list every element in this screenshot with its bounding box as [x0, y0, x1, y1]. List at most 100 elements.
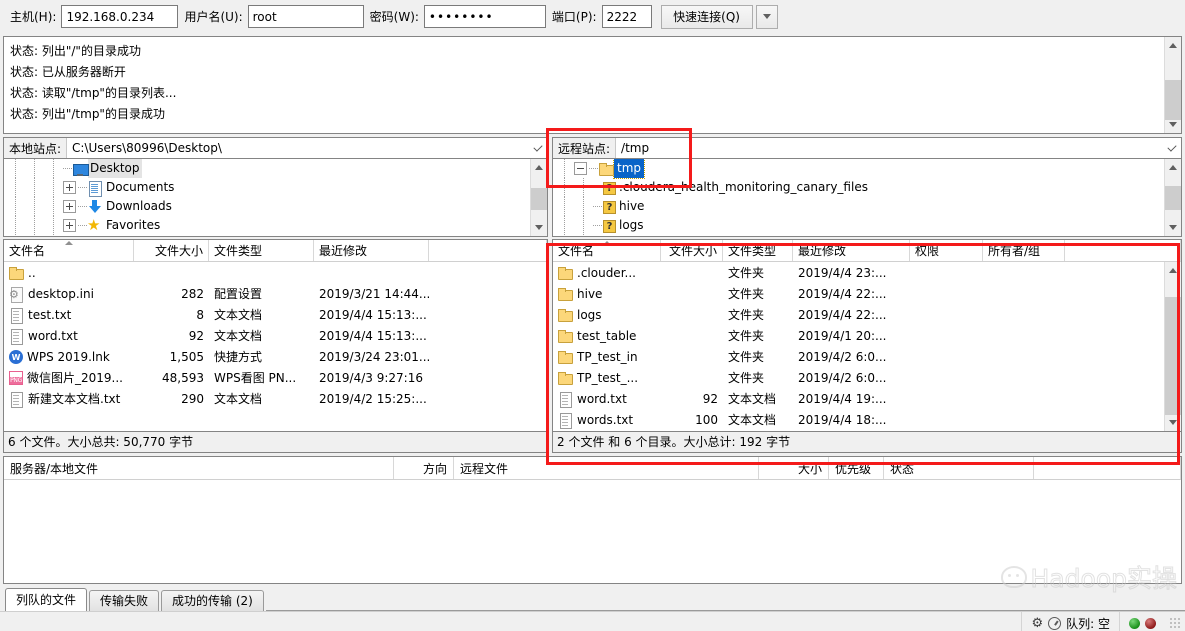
speed-gauge-icon[interactable]: [1048, 616, 1062, 630]
file-row[interactable]: word.txt 92 文本文档 2019/4/4 19:...: [553, 388, 1164, 409]
local-site-dropdown-button[interactable]: [529, 138, 547, 158]
local-tree-scrollbar[interactable]: [530, 159, 547, 236]
column-header[interactable]: 最近修改: [793, 240, 910, 261]
scroll-up-button[interactable]: [530, 159, 547, 176]
port-input[interactable]: [601, 5, 652, 28]
tree-item[interactable]: Documents: [4, 178, 530, 197]
expand-icon[interactable]: [63, 181, 76, 194]
scroll-thumb[interactable]: [530, 188, 547, 210]
remote-file-list-scrollbar[interactable]: [1164, 262, 1181, 431]
file-cell-text: 48,593: [162, 370, 204, 385]
scroll-thumb[interactable]: [1164, 297, 1181, 415]
file-row[interactable]: 新建文本文档.txt 290 文本文档 2019/4/2 15:25:...: [4, 388, 530, 409]
quick-connect-dropdown-button[interactable]: [755, 4, 778, 29]
tree-guide-line: [44, 216, 63, 235]
username-input[interactable]: [247, 5, 364, 28]
scroll-down-button[interactable]: [1164, 414, 1181, 431]
file-row[interactable]: TP_test_... 文件夹 2019/4/2 6:0...: [553, 367, 1164, 388]
message-log-line: 状态: 已从服务器断开: [10, 65, 126, 79]
queue-column-header[interactable]: 大小: [759, 457, 829, 479]
file-row[interactable]: test_table 文件夹 2019/4/1 20:...: [553, 325, 1164, 346]
message-log-scrollbar[interactable]: [1164, 37, 1181, 133]
remote-directory-tree[interactable]: tmp? .cloudera_health_monitoring_canary_f…: [552, 159, 1182, 237]
tree-item[interactable]: tmp: [553, 159, 1164, 179]
remote-site-dropdown-button[interactable]: [1163, 138, 1181, 158]
file-row[interactable]: W WPS 2019.lnk 1,505 快捷方式 2019/3/24 23:01...: [4, 346, 530, 367]
column-header[interactable]: 最近修改: [314, 240, 429, 261]
remote-site-path[interactable]: /tmp: [616, 138, 1163, 158]
file-cell-type: 文件夹: [723, 325, 793, 346]
scroll-track[interactable]: [1164, 176, 1181, 219]
file-row[interactable]: test.txt 8 文本文档 2019/4/4 15:13:...: [4, 304, 530, 325]
tree-item[interactable]: ? logs: [553, 216, 1164, 235]
file-row[interactable]: PNG 微信图片_2019... 48,593 WPS看图 PN... 2019/4/3…: [4, 367, 530, 388]
scroll-down-button[interactable]: [530, 219, 547, 236]
file-cell-type: 文件夹: [723, 262, 793, 283]
file-row[interactable]: TP_test_in 文件夹 2019/4/2 6:0...: [553, 346, 1164, 367]
queue-column-header[interactable]: 方向: [394, 457, 454, 479]
host-input[interactable]: [61, 5, 179, 28]
tree-item[interactable]: Downloads: [4, 197, 530, 216]
column-header[interactable]: 权限: [910, 240, 983, 261]
column-header[interactable]: 文件名: [553, 240, 661, 261]
collapse-icon[interactable]: [574, 162, 587, 175]
expand-icon[interactable]: [63, 200, 76, 213]
folder-icon: [557, 349, 573, 365]
file-row[interactable]: hive 文件夹 2019/4/4 22:...: [553, 283, 1164, 304]
file-row[interactable]: word.txt 92 文本文档 2019/4/4 15:13:...: [4, 325, 530, 346]
column-header[interactable]: 文件大小: [661, 240, 723, 261]
bottom-tab[interactable]: 列队的文件: [5, 588, 88, 611]
column-header[interactable]: 文件大小: [134, 240, 209, 261]
resize-grip-icon[interactable]: [1169, 617, 1181, 629]
sort-ascending-icon: [64, 241, 73, 245]
bottom-tab[interactable]: 传输失败: [89, 590, 160, 611]
scroll-thumb[interactable]: [1164, 186, 1181, 210]
remote-site-bar: 远程站点: /tmp: [552, 137, 1182, 159]
column-header[interactable]: 文件名: [4, 240, 134, 261]
tree-item[interactable]: Favorites: [4, 216, 530, 235]
file-cell-size: 92: [661, 388, 723, 409]
queue-status-cell[interactable]: ⚙ 队列: 空: [1021, 611, 1119, 631]
password-input[interactable]: [423, 5, 546, 28]
remote-tree-scrollbar[interactable]: [1164, 159, 1181, 236]
file-cell-modified: 2019/4/4 18:...: [793, 409, 910, 430]
file-row[interactable]: desktop.ini 282 配置设置 2019/3/21 14:44...: [4, 283, 530, 304]
bottom-tab[interactable]: 成功的传输 (2): [161, 590, 264, 611]
scroll-up-button[interactable]: [1164, 37, 1181, 54]
column-header[interactable]: 所有者/组: [983, 240, 1065, 261]
file-row[interactable]: ..: [4, 262, 530, 283]
column-header[interactable]: 文件类型: [209, 240, 314, 261]
remote-file-list-body[interactable]: .clouder... 文件夹 2019/4/4 23:... hive 文件夹 2019…: [553, 262, 1181, 431]
gear-icon[interactable]: ⚙: [1031, 616, 1043, 631]
scroll-track[interactable]: [1164, 54, 1181, 120]
file-row[interactable]: words.txt 100 文本文档 2019/4/4 18:...: [553, 409, 1164, 430]
expand-icon[interactable]: [63, 219, 76, 232]
local-site-path[interactable]: C:\Users\80996\Desktop\: [67, 138, 529, 158]
transfer-queue-body[interactable]: [4, 480, 1181, 583]
column-header[interactable]: 文件类型: [723, 240, 793, 261]
scroll-up-button[interactable]: [1164, 159, 1181, 176]
doc-icon: [8, 391, 24, 408]
local-file-list-body[interactable]: .. desktop.ini 282 配置设置 2019/3/21 14:44... te…: [4, 262, 547, 431]
quick-connect-button[interactable]: 快速连接(Q): [660, 4, 753, 29]
file-row[interactable]: .clouder... 文件夹 2019/4/4 23:...: [553, 262, 1164, 283]
scroll-thumb[interactable]: [1164, 80, 1181, 120]
file-cell-name: words.txt: [553, 409, 661, 430]
remote-file-list[interactable]: 文件名 文件大小 文件类型 最近修改 权限 所有者/组 .clouder... 文件夹 201…: [552, 239, 1182, 432]
scroll-up-button[interactable]: [1164, 262, 1181, 279]
scroll-track[interactable]: [1164, 279, 1181, 415]
tree-item[interactable]: ? .cloudera_health_monitoring_canary_file…: [553, 178, 1164, 197]
local-directory-tree[interactable]: Desktop Documents Downloads Favorites: [3, 159, 548, 237]
file-cell-name: hive: [553, 283, 661, 304]
scroll-track[interactable]: [530, 176, 547, 219]
queue-column-header[interactable]: 远程文件: [454, 457, 759, 479]
tree-item[interactable]: Desktop: [4, 159, 530, 178]
queue-column-header[interactable]: 服务器/本地文件: [4, 457, 394, 479]
file-row[interactable]: logs 文件夹 2019/4/4 22:...: [553, 304, 1164, 325]
scroll-down-button[interactable]: [1164, 219, 1181, 236]
queue-column-header[interactable]: 优先级: [829, 457, 884, 479]
file-cell-text: ..: [28, 265, 36, 280]
local-file-list[interactable]: 文件名 文件大小文件类型 最近修改 .. desktop.ini 282 配置设置 2019…: [3, 239, 548, 432]
queue-column-header[interactable]: 状态: [884, 457, 1034, 479]
tree-item[interactable]: ? hive: [553, 197, 1164, 216]
